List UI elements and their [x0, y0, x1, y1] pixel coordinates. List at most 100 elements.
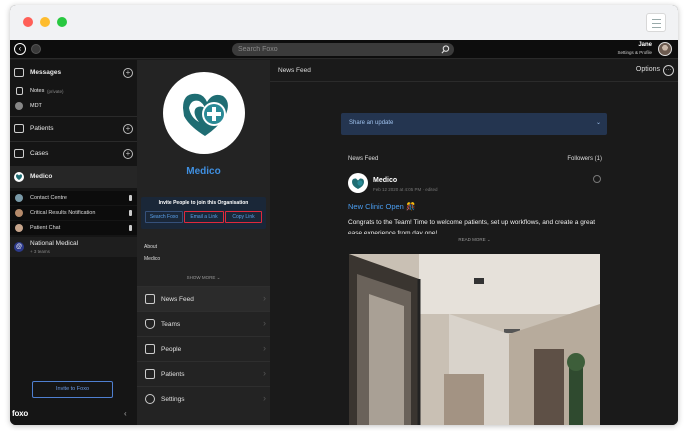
app-topbar: ‹ Jane Settings & Profile — [10, 40, 678, 59]
feed-label: News Feed — [348, 156, 379, 162]
chevron-right-icon: › — [263, 293, 266, 303]
add-message-icon[interactable]: + — [123, 68, 133, 78]
sidebar-item-mdt[interactable]: MDT — [10, 101, 137, 112]
sidebar-item-label: Cases — [30, 150, 49, 157]
user-name[interactable]: Jane — [638, 42, 652, 48]
teams-count: + 3 teams — [30, 249, 50, 254]
collapse-sidebar-icon[interactable]: ‹ — [124, 409, 127, 418]
post-body: Congrats to the Team! Time to welcome pa… — [348, 219, 596, 234]
foxo-logo: foxo — [12, 409, 29, 418]
org-nav-label: People — [161, 346, 182, 353]
show-more-link[interactable]: SHOW MORE ⌄ — [137, 275, 270, 281]
invite-title: Invite People to join this Organisation — [158, 200, 249, 206]
pin-icon[interactable] — [129, 210, 132, 216]
main-header: News Feed Options ··· — [270, 60, 678, 82]
channel-icon — [15, 194, 23, 202]
add-case-icon[interactable]: + — [123, 149, 133, 159]
sidebar-item-patients[interactable]: Patients + — [10, 122, 137, 136]
email-link-button[interactable]: Email a Link — [184, 211, 224, 223]
news-feed-panel: News Feed Options ··· Share an update ⌄ … — [270, 60, 678, 425]
share-update-placeholder: Share an update — [349, 120, 394, 126]
add-patient-icon[interactable]: + — [123, 124, 133, 134]
org-nav-people[interactable]: People › — [137, 336, 270, 361]
org-nav-news-feed[interactable]: News Feed › — [137, 286, 270, 311]
shield-icon — [145, 319, 155, 329]
invite-people-panel: Invite People to join this Organisation … — [141, 197, 266, 229]
news-feed-icon — [145, 294, 155, 304]
pin-icon[interactable] — [129, 225, 132, 231]
sidebar-item-label: MDT — [30, 103, 42, 109]
post-author[interactable]: Medico — [373, 177, 397, 184]
org-name: Medico — [186, 166, 221, 177]
options-button[interactable]: Options — [636, 66, 660, 73]
window-titlebar — [10, 5, 678, 40]
national-medical-icon: @ — [14, 242, 24, 252]
channel-patient-chat[interactable]: Patient Chat — [10, 221, 137, 235]
org-nav-patients[interactable]: Patients › — [137, 361, 270, 386]
post-author-avatar[interactable] — [348, 173, 368, 193]
sidebar-item-label: Notes — [30, 88, 45, 94]
maximize-window-button[interactable] — [57, 17, 67, 27]
channel-label: Critical Results Notification — [30, 210, 96, 216]
sidebar-item-national-medical[interactable]: @ National Medical + 3 teams — [10, 237, 137, 257]
medico-logo-icon — [183, 93, 228, 136]
post-timestamp: Feb 12 2020 at 4:05 PM · edited — [373, 187, 438, 192]
invite-to-foxo-button[interactable]: Invite to Foxo — [32, 381, 113, 398]
notes-icon — [16, 87, 23, 95]
org-nav-settings[interactable]: Settings › — [137, 386, 270, 411]
channel-label: Patient Chat — [30, 225, 61, 231]
about-value: Medico — [144, 256, 161, 262]
sidebar-item-label: National Medical — [30, 240, 79, 247]
sidebar-item-messages[interactable]: Messages + — [10, 66, 137, 80]
sidebar-item-cases[interactable]: Cases + — [10, 147, 137, 161]
medico-logo-icon — [14, 172, 24, 182]
patients-icon — [145, 369, 155, 379]
channel-contact-centre[interactable]: Contact Centre — [10, 191, 137, 205]
avatar[interactable] — [658, 42, 672, 56]
channel-icon — [15, 209, 23, 217]
channel-critical-results[interactable]: Critical Results Notification — [10, 206, 137, 220]
more-options-icon[interactable]: ··· — [663, 65, 674, 76]
sidebar-item-label: Messages — [30, 69, 62, 76]
search-foxo-button[interactable]: Search Foxo — [145, 211, 183, 223]
chevron-right-icon: › — [263, 343, 266, 353]
search-icon[interactable] — [441, 45, 450, 54]
search-bar[interactable] — [232, 43, 454, 56]
cases-icon — [14, 149, 24, 158]
sliders-icon[interactable] — [646, 13, 666, 32]
org-nav-label: Patients — [161, 371, 185, 378]
sidebar-item-medico[interactable]: Medico — [10, 166, 137, 188]
org-nav-label: Settings — [161, 396, 185, 403]
settings-icon — [145, 394, 155, 404]
back-circle-icon[interactable]: ‹ — [14, 43, 26, 55]
post-menu-icon[interactable] — [593, 175, 601, 183]
post-photo[interactable] — [349, 254, 600, 425]
people-icon — [145, 344, 155, 354]
sidebar-item-label: Medico — [30, 173, 53, 180]
forward-circle-icon[interactable] — [31, 44, 41, 54]
pin-icon[interactable] — [129, 195, 132, 201]
notes-private-tag: (private) — [47, 88, 64, 94]
close-window-button[interactable] — [23, 17, 33, 27]
org-nav-teams[interactable]: Teams › — [137, 311, 270, 336]
org-nav-label: News Feed — [161, 296, 194, 303]
patients-icon — [14, 124, 24, 133]
share-update-box[interactable]: Share an update ⌄ — [341, 113, 607, 135]
org-nav-label: Teams — [161, 321, 181, 328]
sidebar: Messages + Notes (private) MDT Patients … — [10, 60, 137, 425]
search-input[interactable] — [232, 43, 432, 56]
chevron-down-icon[interactable]: ⌄ — [596, 119, 601, 126]
followers-count[interactable]: Followers (1) — [567, 156, 602, 162]
app-window: ‹ Jane Settings & Profile Messages + Not… — [10, 5, 678, 425]
settings-profile-link[interactable]: Settings & Profile — [617, 50, 652, 55]
minimize-window-button[interactable] — [40, 17, 50, 27]
read-more-link[interactable]: READ MORE ⌄ — [348, 237, 601, 243]
org-logo — [163, 72, 245, 154]
chevron-right-icon: › — [263, 393, 266, 403]
copy-link-button[interactable]: Copy Link — [225, 211, 262, 223]
post-headline: New Clinic Open 🎊 — [348, 202, 416, 211]
chevron-right-icon: › — [263, 368, 266, 378]
sidebar-item-notes[interactable]: Notes (private) — [10, 86, 137, 97]
feed-post: Medico Feb 12 2020 at 4:05 PM · edited N… — [348, 170, 601, 425]
channel-label: Contact Centre — [30, 195, 67, 201]
